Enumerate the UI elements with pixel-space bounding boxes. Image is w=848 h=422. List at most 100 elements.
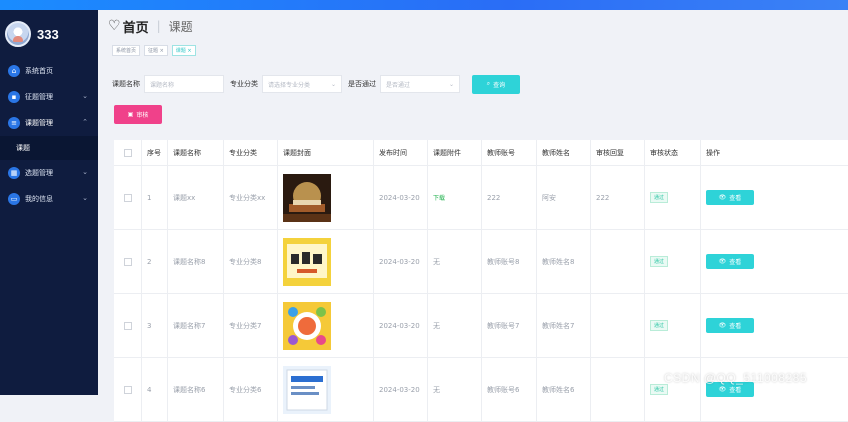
col-header: 教师姓名 bbox=[537, 140, 591, 165]
page-header: ♡ 首页 | 课题 bbox=[98, 10, 848, 42]
row-select-cell[interactable] bbox=[114, 358, 142, 421]
category-select[interactable]: 请选择专业分类 ⌄ bbox=[262, 75, 342, 93]
breadcrumb-home[interactable]: 首页 bbox=[123, 17, 149, 36]
table-header-row: 序号 课题名称 专业分类 课题封面 发布时间 课题附件 教师账号 教师姓名 审核… bbox=[114, 140, 848, 166]
sidebar: 333 ⌂ 系统首页 ▪ 征题管理 ⌄ ≡ 课题管理 ⌃ 课题 ▦ 选题管理 ⌄… bbox=[0, 10, 98, 395]
tab-tags: 系统首页 征题 × 课题 × bbox=[98, 42, 848, 58]
cover-cell bbox=[278, 230, 374, 293]
teacher-account: 教师账号8 bbox=[482, 230, 537, 293]
search-button[interactable]: ⌕ 查询 bbox=[472, 74, 520, 94]
filter-bar: 课题名称 课题名称 专业分类 请选择专业分类 ⌄ 是否通过 是否通过 ⌄ ⌕ 查… bbox=[98, 70, 848, 98]
tag-home[interactable]: 系统首页 bbox=[112, 44, 141, 56]
col-header: 课题封面 bbox=[278, 140, 374, 165]
briefcase-icon: ▪ bbox=[8, 91, 20, 103]
status-badge: 通过 bbox=[650, 192, 669, 203]
attachment-text: 无 bbox=[428, 358, 482, 421]
sidebar-item-selection[interactable]: ▦ 选题管理 ⌄ bbox=[0, 160, 98, 186]
row-checkbox[interactable] bbox=[123, 321, 132, 330]
topic-category: 专业分类8 bbox=[224, 230, 278, 293]
row-select-cell[interactable] bbox=[114, 294, 142, 357]
col-header: 教师账号 bbox=[482, 140, 537, 165]
teacher-account: 222 bbox=[482, 166, 537, 229]
filter-label-category: 专业分类 bbox=[230, 80, 258, 88]
sidebar-item-label: 系统首页 bbox=[25, 67, 53, 75]
row-checkbox[interactable] bbox=[123, 257, 132, 266]
teacher-name: 教师姓名6 bbox=[537, 358, 591, 421]
select-placeholder: 请选择专业分类 bbox=[268, 81, 311, 89]
search-icon: ⌕ bbox=[486, 80, 491, 87]
row-checkbox[interactable] bbox=[123, 385, 132, 394]
action-cell: 👁 查看 bbox=[701, 230, 808, 293]
chevron-up-icon: ⌃ bbox=[82, 118, 88, 126]
row-number: 1 bbox=[142, 166, 168, 229]
cover-cell bbox=[278, 166, 374, 229]
eye-icon: 👁 bbox=[718, 386, 727, 393]
col-header: 序号 bbox=[142, 140, 168, 165]
passed-select[interactable]: 是否通过 ⌄ bbox=[380, 75, 460, 93]
view-button-label: 查看 bbox=[729, 259, 742, 266]
audit-reply: 222 bbox=[591, 166, 645, 229]
view-button[interactable]: 👁 查看 bbox=[706, 318, 754, 333]
home-icon: ⌂ bbox=[8, 65, 20, 77]
topic-name-input[interactable]: 课题名称 bbox=[144, 75, 224, 93]
topic-category: 专业分类xx bbox=[224, 166, 278, 229]
download-link[interactable]: 下载 bbox=[433, 193, 445, 202]
publish-time: 2024-03-20 bbox=[374, 358, 428, 421]
topic-name: 课题xx bbox=[168, 166, 224, 229]
view-button[interactable]: 👁 查看 bbox=[706, 254, 754, 269]
topic-category: 专业分类6 bbox=[224, 358, 278, 421]
submenu-label: 课题 bbox=[16, 144, 30, 152]
row-select-cell[interactable] bbox=[114, 230, 142, 293]
view-button-label: 查看 bbox=[729, 195, 742, 202]
row-select-cell[interactable] bbox=[114, 166, 142, 229]
chevron-down-icon: ⌄ bbox=[82, 168, 88, 176]
submenu-item-topic[interactable]: 课题 bbox=[0, 136, 98, 160]
sidebar-item-myinfo[interactable]: ▭ 我的信息 ⌄ bbox=[0, 186, 98, 212]
teacher-name: 阿安 bbox=[537, 166, 591, 229]
chevron-down-icon: ⌄ bbox=[448, 80, 454, 88]
tag-topic[interactable]: 课题 × bbox=[171, 44, 196, 56]
sidebar-item-label: 课题管理 bbox=[25, 119, 53, 127]
status-badge: 通过 bbox=[650, 256, 669, 267]
row-number: 3 bbox=[142, 294, 168, 357]
eye-icon: 👁 bbox=[718, 258, 727, 265]
top-accent-bar bbox=[0, 0, 848, 10]
topic-name: 课题名称8 bbox=[168, 230, 224, 293]
action-cell: 👁 查看 bbox=[701, 166, 808, 229]
eye-icon: 👁 bbox=[718, 322, 727, 329]
topic-category: 专业分类7 bbox=[224, 294, 278, 357]
cover-cell bbox=[278, 358, 374, 421]
row-number: 4 bbox=[142, 358, 168, 421]
table-row: 2 课题名称8 专业分类8 2024-03-20 无 教师账号8 教师姓名8 通… bbox=[114, 230, 848, 294]
col-header: 发布时间 bbox=[374, 140, 428, 165]
cover-image-yellow-book bbox=[283, 237, 331, 286]
sidebar-item-topics[interactable]: ≡ 课题管理 ⌃ bbox=[0, 110, 98, 136]
view-button[interactable]: 👁 查看 bbox=[706, 190, 754, 205]
audit-button[interactable]: ▣ 审核 bbox=[114, 105, 162, 124]
select-all-cell[interactable] bbox=[114, 140, 142, 165]
tag-solicit[interactable]: 征题 × bbox=[144, 44, 168, 56]
sidebar-item-home[interactable]: ⌂ 系统首页 bbox=[0, 58, 98, 84]
sidebar-item-label: 征题管理 bbox=[25, 93, 53, 101]
sidebar-item-solicit[interactable]: ▪ 征题管理 ⌄ bbox=[0, 84, 98, 110]
table-row: 4 课题名称6 专业分类6 2024-03-20 无 教师账号6 教师姓名6 通… bbox=[114, 358, 848, 422]
select-all-checkbox[interactable] bbox=[123, 148, 132, 157]
profile: 333 bbox=[0, 10, 98, 58]
col-header: 课题附件 bbox=[428, 140, 482, 165]
audit-reply bbox=[591, 294, 645, 357]
sidebar-item-label: 我的信息 bbox=[25, 195, 53, 203]
audit-icon: ▣ bbox=[127, 111, 134, 118]
topic-name: 课题名称7 bbox=[168, 294, 224, 357]
view-button-label: 查看 bbox=[729, 387, 742, 394]
avatar[interactable] bbox=[5, 21, 31, 47]
teacher-name: 教师姓名7 bbox=[537, 294, 591, 357]
audit-button-label: 审核 bbox=[136, 112, 149, 119]
attachment-text: 无 bbox=[428, 230, 482, 293]
action-cell: 👁 查看 bbox=[701, 358, 808, 421]
attachment-text: 无 bbox=[428, 294, 482, 357]
action-cell: 👁 查看 bbox=[701, 294, 808, 357]
grid-icon: ▦ bbox=[8, 167, 20, 179]
row-checkbox[interactable] bbox=[123, 193, 132, 202]
topic-name: 课题名称6 bbox=[168, 358, 224, 421]
teacher-account: 教师账号6 bbox=[482, 358, 537, 421]
